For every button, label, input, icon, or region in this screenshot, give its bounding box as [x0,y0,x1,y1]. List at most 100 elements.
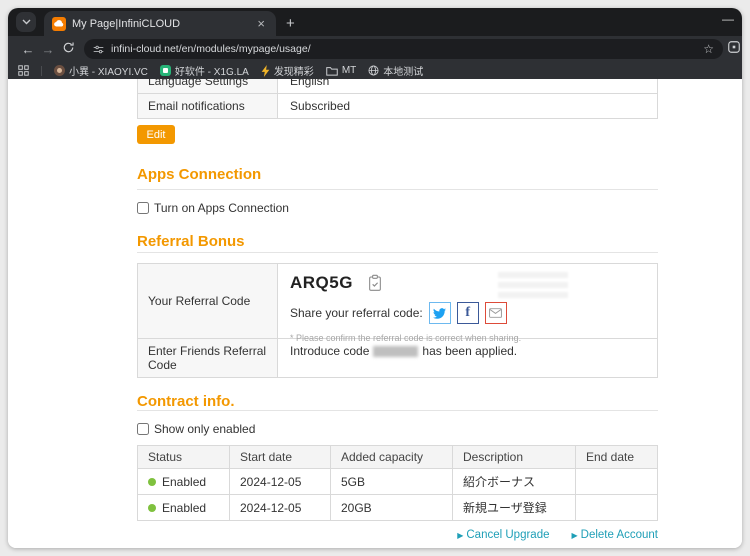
avatar-icon [54,65,65,76]
table-row: Language Settings English [138,79,657,94]
edit-button[interactable]: Edit [137,125,175,144]
description-cell: 新規ユーザ登録 [453,495,576,520]
referral-note: * Please confirm the referral code is co… [290,333,645,343]
forward-icon[interactable]: → [38,42,58,57]
watermark [498,272,568,302]
infinicloud-favicon-icon [52,17,66,31]
column-header: Added capacity [331,446,453,468]
table-header-row: Status Start date Added capacity Descrip… [138,446,657,469]
extensions-icon[interactable] [727,40,741,59]
description-cell: 紹介ボーナス [453,469,576,494]
capacity-cell: 5GB [331,469,453,494]
column-header: Description [453,446,576,468]
browser-tab[interactable]: My Page|InfiniCLOUD × [44,11,276,36]
apps-connection-toggle: Turn on Apps Connection [137,201,658,215]
table-row: Enter Friends Referral Code Introduce co… [138,339,657,377]
show-only-enabled-toggle: Show only enabled [137,422,658,436]
column-header: Start date [230,446,331,468]
browser-toolbar: ← → infini-cloud.net/en/modules/mypage/u… [8,36,742,62]
bookmark-xiaoyi[interactable]: 小異 - XIAOYI.VC [54,63,148,78]
back-icon[interactable]: ← [18,42,38,57]
window-minimize-icon[interactable]: — [722,12,734,36]
page-body: Language Settings English Email notifica… [8,79,742,548]
contract-info-heading: Contract info. [137,393,658,410]
setting-label: Email notifications [138,94,278,118]
show-only-enabled-checkbox[interactable] [137,423,149,435]
checkbox-label: Show only enabled [154,422,255,436]
bookmark-faxianjingcai[interactable]: 发现精彩 [261,63,314,78]
friends-code-text: has been applied. [422,344,517,358]
divider [137,410,658,411]
status-cell: Enabled [138,469,230,494]
bookmark-star-icon[interactable]: ☆ [703,42,714,56]
share-label: Share your referral code: [290,306,423,320]
tab-close-icon[interactable]: × [254,16,268,31]
spark-icon [261,65,270,77]
url-bar[interactable]: infini-cloud.net/en/modules/mypage/usage… [84,39,723,59]
bookmarks-separator [41,66,42,76]
bookmark-mt-folder[interactable]: MT [326,65,356,76]
browser-window: My Page|InfiniCLOUD × + — ← → infini-clo… [8,8,742,548]
column-header: End date [576,446,657,468]
referral-code-value: ARQ5G [290,273,353,293]
status-text: Enabled [162,501,206,515]
bookmark-x1g[interactable]: 好软件 - X1G.LA [160,63,249,78]
link-label: Cancel Upgrade [466,529,549,541]
status-enabled-icon [148,504,156,512]
bookmark-label: 本地测试 [383,63,423,78]
apps-connection-checkbox[interactable] [137,202,149,214]
friends-code-value: Introduce code has been applied. [278,339,657,377]
end-date-cell [576,469,657,494]
bookmark-label: 好软件 - X1G.LA [175,63,249,78]
arrow-right-icon: ▶ [571,531,577,540]
table-row: Email notifications Subscribed [138,94,657,118]
share-twitter-icon[interactable] [429,302,451,324]
share-email-icon[interactable] [485,302,507,324]
folder-icon [326,66,338,76]
new-tab-button[interactable]: + [286,16,295,31]
bookmark-label: 发现精彩 [274,63,314,78]
status-enabled-icon [148,478,156,486]
globe-icon [368,65,379,76]
start-date-cell: 2024-12-05 [230,495,331,520]
end-date-cell [576,495,657,520]
referral-code-label: Your Referral Code [138,264,278,338]
divider [137,189,658,190]
apps-connection-heading: Apps Connection [137,166,658,183]
bookmark-label: 小異 - XIAOYI.VC [69,63,148,78]
bookmark-label: MT [342,65,356,76]
tab-search-button[interactable] [16,12,36,32]
arrow-right-icon: ▶ [457,531,463,540]
copy-clipboard-icon[interactable] [367,274,383,292]
status-cell: Enabled [138,495,230,520]
chevron-down-icon [22,19,31,25]
tab-title: My Page|InfiniCLOUD [72,18,248,30]
bookmark-bendiceshi[interactable]: 本地测试 [368,63,423,78]
footer-links: ▶Cancel Upgrade ▶Delete Account [137,529,658,541]
link-label: Delete Account [581,529,658,541]
referral-table: Your Referral Code ARQ5G Share your refe… [137,263,658,378]
table-row: Your Referral Code ARQ5G Share your refe… [138,264,657,339]
setting-value: Subscribed [278,94,657,118]
share-facebook-icon[interactable]: f [457,302,479,324]
column-header: Status [138,446,230,468]
start-date-cell: 2024-12-05 [230,469,331,494]
checkbox-label: Turn on Apps Connection [154,201,289,215]
setting-label: Language Settings [138,79,278,93]
apps-grid-icon[interactable] [18,65,29,76]
divider [137,252,658,253]
settings-table: Language Settings English Email notifica… [137,79,658,119]
referral-bonus-heading: Referral Bonus [137,233,658,250]
cancel-upgrade-link[interactable]: ▶Cancel Upgrade [457,529,549,541]
tab-strip: My Page|InfiniCLOUD × + — [8,8,742,36]
friends-code-text: Introduce code [290,344,369,358]
reload-icon[interactable] [58,41,78,57]
table-row: Enabled 2024-12-05 20GB 新規ユーザ登録 [138,495,657,520]
friends-code-label: Enter Friends Referral Code [138,339,278,377]
table-row: Enabled 2024-12-05 5GB 紹介ボーナス [138,469,657,495]
url-text[interactable]: infini-cloud.net/en/modules/mypage/usage… [111,43,696,55]
redacted-code [373,346,418,357]
delete-account-link[interactable]: ▶ Delete Account [571,529,658,541]
site-settings-icon[interactable] [93,44,104,55]
status-text: Enabled [162,475,206,489]
